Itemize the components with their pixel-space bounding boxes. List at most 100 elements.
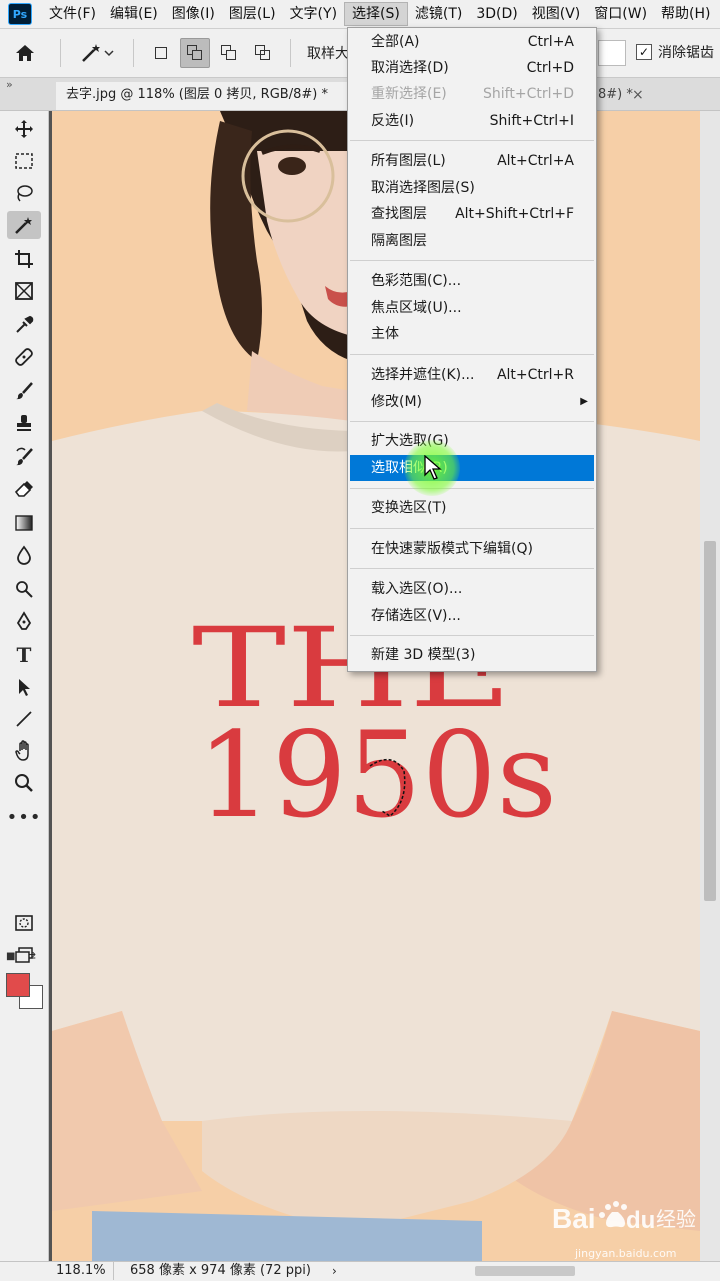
shirt-text-line2: 1950s <box>197 706 557 844</box>
eyedropper-icon <box>16 315 34 333</box>
status-menu-arrow-icon[interactable]: › <box>332 1262 337 1280</box>
new-selection-button[interactable] <box>146 38 176 68</box>
menu-view[interactable]: 视图(V) <box>525 2 588 26</box>
menu-image[interactable]: 图像(I) <box>165 2 222 26</box>
menu-similar[interactable]: 选取相似(R) <box>350 455 594 481</box>
menu-3d[interactable]: 3D(D) <box>469 2 524 26</box>
svg-text:经验: 经验 <box>656 1207 696 1231</box>
anti-alias-label: 消除锯齿 <box>658 45 714 61</box>
menu-load-selection[interactable]: 载入选区(O)... <box>348 576 596 602</box>
vertical-scrollbar[interactable] <box>700 111 720 1261</box>
menu-select[interactable]: 选择(S) <box>344 2 408 26</box>
menu-isolate-layers[interactable]: 隔离图层 <box>348 228 596 254</box>
hand-icon <box>15 740 29 761</box>
history-brush-tool[interactable] <box>7 443 41 471</box>
zoom-level-field[interactable]: 118.1% <box>52 1262 114 1280</box>
menu-all-layers[interactable]: 所有图层(L) Alt+Ctrl+A <box>348 148 596 174</box>
healing-brush-tool[interactable] <box>7 343 41 371</box>
eyedropper-tool[interactable] <box>7 311 41 339</box>
magic-wand-tool[interactable] <box>7 211 41 239</box>
brush-tool[interactable] <box>7 377 41 405</box>
menu-color-range[interactable]: 色彩范围(C)... <box>348 268 596 294</box>
panel-collapse-icon[interactable]: » <box>6 78 13 91</box>
add-to-selection-button[interactable] <box>180 38 210 68</box>
menu-separator <box>350 635 594 636</box>
rectangle-marquee-icon <box>15 153 33 169</box>
menu-reselect: 重新选择(E) Shift+Ctrl+D <box>371 86 574 102</box>
new-selection-icon <box>155 47 167 59</box>
menu-select-and-mask[interactable]: 选择并遮住(K)... Alt+Ctrl+R <box>348 362 596 388</box>
drop-icon <box>17 545 31 565</box>
marquee-tool[interactable] <box>7 147 41 175</box>
home-button[interactable] <box>0 37 50 69</box>
menu-quick-mask[interactable]: 在快速蒙版模式下编辑(Q) <box>348 536 596 562</box>
screen-mode-button[interactable] <box>7 941 41 969</box>
frame-tool[interactable] <box>7 277 41 305</box>
crop-icon <box>15 250 33 268</box>
svg-text:Bai: Bai <box>552 1203 596 1234</box>
history-brush-icon <box>16 447 33 466</box>
intersect-selection-icon <box>255 45 271 61</box>
bandage-icon <box>15 348 33 366</box>
menu-save-selection[interactable]: 存储选区(V)... <box>348 603 596 629</box>
menu-deselect[interactable]: 取消选择(D) Ctrl+D <box>348 55 596 81</box>
close-tab-icon[interactable]: × <box>632 82 644 110</box>
gradient-tool[interactable] <box>7 509 41 537</box>
anti-alias-checkbox[interactable]: ✓ <box>636 44 652 60</box>
lasso-tool[interactable] <box>7 179 41 207</box>
eraser-tool[interactable] <box>7 475 41 503</box>
blur-tool[interactable] <box>7 541 41 569</box>
menu-filter[interactable]: 滤镜(T) <box>408 2 469 26</box>
subtract-selection-icon <box>221 45 237 61</box>
brush-icon <box>16 382 33 400</box>
submenu-arrow-icon: ▶ <box>580 396 588 407</box>
horizontal-scrollbar-thumb[interactable] <box>475 1266 575 1276</box>
path-selection-tool[interactable] <box>7 673 41 701</box>
document-tab-active[interactable]: 去字.jpg @ 118% (图层 0 拷贝, RGB/8#) * <box>56 82 356 110</box>
menu-window[interactable]: 窗口(W) <box>587 2 654 26</box>
document-tab-second[interactable]: 8#) * <box>598 82 633 110</box>
line-tool[interactable] <box>7 705 41 733</box>
menu-help[interactable]: 帮助(H) <box>654 2 717 26</box>
crop-tool[interactable] <box>7 245 41 273</box>
pen-tool[interactable] <box>7 607 41 635</box>
edit-toolbar-button[interactable]: ••• <box>7 803 41 831</box>
type-icon: T <box>16 643 32 667</box>
menu-grow[interactable]: 扩大选取(G) <box>348 428 596 454</box>
add-to-selection-icon <box>187 45 203 61</box>
menu-type[interactable]: 文字(Y) <box>283 2 344 26</box>
tool-preset-picker[interactable] <box>71 37 123 69</box>
quick-mask-button[interactable] <box>7 909 41 937</box>
dodge-icon <box>16 581 33 598</box>
type-tool[interactable]: T <box>7 641 41 669</box>
tolerance-input[interactable] <box>598 40 626 66</box>
menu-inverse[interactable]: 反选(I) Shift+Ctrl+I <box>348 108 596 134</box>
menu-file[interactable]: 文件(F) <box>42 2 103 26</box>
photoshop-logo: Ps <box>8 3 32 25</box>
subtract-selection-button[interactable] <box>214 38 244 68</box>
foreground-color-swatch[interactable] <box>6 973 30 997</box>
menu-edit[interactable]: 编辑(E) <box>103 2 165 26</box>
move-tool[interactable] <box>7 115 41 143</box>
sample-size-label[interactable]: 取样大 <box>307 43 349 63</box>
menu-subject[interactable]: 主体 <box>348 321 596 347</box>
menu-separator <box>350 354 594 355</box>
zoom-tool[interactable] <box>7 769 41 797</box>
menu-transform-selection[interactable]: 变换选区(T) <box>348 495 596 521</box>
scrollbar-thumb[interactable] <box>704 541 716 901</box>
intersect-selection-button[interactable] <box>248 38 278 68</box>
select-menu-dropdown: 全部(A) Ctrl+A 取消选择(D) Ctrl+D 重新选择(E) Shift+C… <box>347 27 597 672</box>
magic-wand-icon <box>82 44 100 62</box>
menu-new-3d-model[interactable]: 新建 3D 模型(3) <box>348 642 596 668</box>
hand-tool[interactable] <box>7 737 41 765</box>
clone-stamp-tool[interactable] <box>7 409 41 437</box>
menu-focus-area[interactable]: 焦点区域(U)... <box>348 295 596 321</box>
home-icon <box>16 45 34 61</box>
menu-select-all[interactable]: 全部(A) Ctrl+A <box>348 29 596 55</box>
menu-modify[interactable]: 修改(M) ▶ <box>348 389 596 415</box>
menu-deselect-layers[interactable]: 取消选择图层(S) <box>348 175 596 201</box>
menu-layer[interactable]: 图层(L) <box>222 2 283 26</box>
chevron-down-icon <box>104 50 114 57</box>
dodge-tool[interactable] <box>7 575 41 603</box>
menu-find-layers[interactable]: 查找图层 Alt+Shift+Ctrl+F <box>348 201 596 227</box>
